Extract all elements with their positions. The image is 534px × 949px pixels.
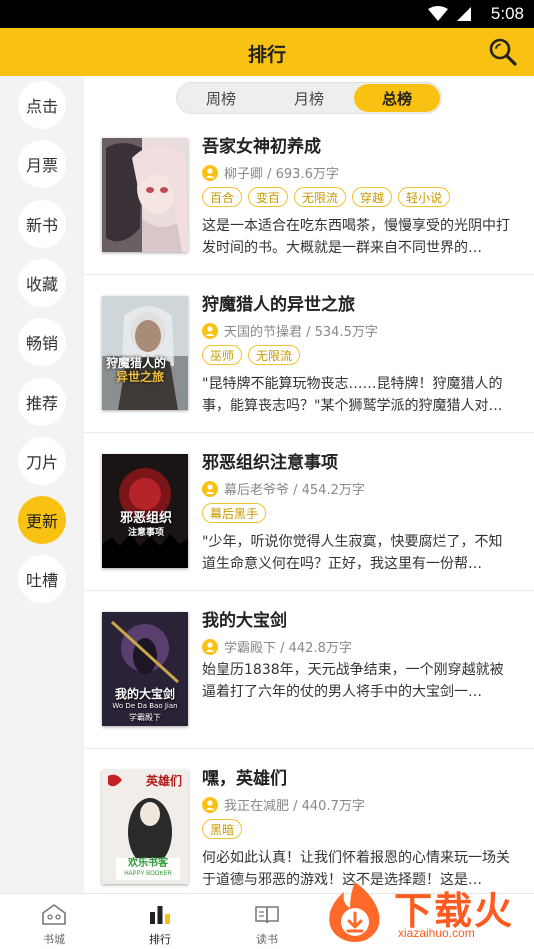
- book-cover-image[interactable]: 狩魔猎人的 异世之旅: [102, 296, 188, 410]
- watermark-logo: 下载火 xiazaihuo.com: [318, 874, 534, 949]
- book-author-info: 天国的节操君 / 534.5万字: [202, 321, 378, 340]
- book-list-item[interactable]: 邪恶组织 注意事项 邪恶组织注意事项 幕后老爷爷 / 454.2万字 幕后黑手 …: [84, 434, 534, 591]
- status-icons: [428, 6, 472, 22]
- nav-ranking[interactable]: 排行: [108, 894, 212, 949]
- book-tag[interactable]: 轻小说: [398, 187, 451, 207]
- sidebar-item-recommend[interactable]: 推荐: [18, 378, 66, 426]
- tab-overall[interactable]: 总榜: [354, 84, 440, 112]
- book-tag[interactable]: 百合: [202, 187, 243, 207]
- book-tag[interactable]: 无限流: [248, 345, 301, 365]
- sidebar-item-favorites[interactable]: 收藏: [18, 259, 66, 307]
- book-author-info: 我正在减肥 / 440.7万字: [202, 795, 365, 814]
- book-author-info: 柳子卿 / 693.6万字: [202, 163, 339, 182]
- author-icon: [202, 322, 218, 339]
- sidebar-item-click[interactable]: 点击: [18, 81, 66, 129]
- book-tags: 巫师 无限流: [202, 345, 301, 365]
- battery-icon: [457, 7, 471, 21]
- tab-weekly[interactable]: 周榜: [178, 84, 264, 112]
- cover-title-text: 邪恶组织 注意事项: [119, 511, 172, 539]
- status-time: 5:08: [490, 4, 524, 23]
- download-flame-icon: [329, 882, 380, 942]
- author-icon: [202, 796, 218, 813]
- book-list-item[interactable]: 我的大宝剑 Wo De Da Bao Jian 学霸殿下 我的大宝剑 学霸殿下 …: [84, 592, 534, 749]
- author-name-wordcount: 柳子卿 / 693.6万字: [224, 167, 339, 182]
- book-tags: 幕后黑手: [202, 503, 267, 523]
- sidebar-item-monthly-ticket[interactable]: 月票: [18, 140, 66, 188]
- author-name-wordcount: 学霸殿下 / 442.8万字: [224, 641, 352, 656]
- bar-chart-icon: [150, 906, 170, 924]
- app-bar: 排行: [0, 28, 534, 76]
- status-bar: 5:08: [0, 0, 534, 28]
- book-description: 这是一本适合在吃东西喝茶，慢慢享受的光阴中打发时间的书。大概就是一群来自不同世界…: [202, 218, 510, 256]
- house-icon: [42, 904, 66, 925]
- sidebar-item-bestseller[interactable]: 畅销: [18, 318, 66, 366]
- cover-publisher-text: 欢乐书客 HAPPY BOOKER: [124, 858, 172, 877]
- search-icon[interactable]: [488, 37, 518, 67]
- book-author-info: 幕后老爷爷 / 454.2万字: [202, 479, 365, 498]
- ranking-content: 周榜 月榜 总榜 吾家女神初养成 柳子卿 / 693.6万字 百合 变百 无限流…: [84, 76, 534, 907]
- book-cover-image[interactable]: 邪恶组织 注意事项: [102, 454, 188, 568]
- book-tag[interactable]: 变百: [248, 187, 289, 207]
- book-description: "昆特牌不能算玩物丧志……昆特牌！狩魔猎人的事，能算丧志吗？"某个狮鹫学派的狩魔…: [202, 376, 503, 414]
- sidebar-item-update[interactable]: 更新: [18, 496, 66, 544]
- book-description: 始皇历1838年，天元战争结束，一个刚穿越就被逼着打了六年的仗的男人将手中的大宝…: [202, 662, 504, 700]
- sidebar-item-comments[interactable]: 吐槽: [18, 555, 66, 603]
- period-segmented-control: 周榜 月榜 总榜: [176, 82, 442, 114]
- open-book-icon: [255, 906, 279, 924]
- author-name-wordcount: 幕后老爷爷 / 454.2万字: [224, 483, 365, 498]
- author-icon: [202, 480, 218, 497]
- book-tag[interactable]: 黑暗: [202, 819, 243, 839]
- book-cover-image[interactable]: [102, 138, 188, 252]
- book-title[interactable]: 吾家女神初养成: [202, 132, 321, 157]
- nav-label: 排行: [149, 933, 171, 946]
- author-name-wordcount: 我正在减肥 / 440.7万字: [224, 799, 365, 814]
- book-tags: 百合 变百 无限流 穿越 轻小说: [202, 187, 451, 207]
- book-cover-image[interactable]: 我的大宝剑 Wo De Da Bao Jian 学霸殿下: [102, 612, 188, 726]
- book-title[interactable]: 嘿，英雄们: [202, 764, 287, 789]
- nav-label: 读书: [256, 933, 278, 946]
- book-list-item[interactable]: 吾家女神初养成 柳子卿 / 693.6万字 百合 变百 无限流 穿越 轻小说 这…: [84, 118, 534, 275]
- author-icon: [202, 164, 218, 181]
- book-tag[interactable]: 幕后黑手: [202, 503, 267, 523]
- watermark-url: xiazaihuo.com: [398, 926, 475, 940]
- book-tags: 黑暗: [202, 819, 243, 839]
- sidebar-item-new-books[interactable]: 新书: [18, 200, 66, 248]
- book-cover-image[interactable]: 英雄们 欢乐书客 HAPPY BOOKER: [102, 770, 188, 884]
- book-author-info: 学霸殿下 / 442.8万字: [202, 637, 352, 656]
- nav-label: 书城: [43, 933, 65, 946]
- sidebar-item-blade[interactable]: 刀片: [18, 437, 66, 485]
- page-title: 排行: [247, 44, 286, 66]
- author-icon: [202, 638, 218, 655]
- category-sidebar: 点击 月票 新书 收藏 畅销 推荐 刀片 更新 吐槽: [0, 76, 84, 893]
- book-tag[interactable]: 无限流: [294, 187, 347, 207]
- cover-title-text: 我的大宝剑 Wo De Da Bao Jian 学霸殿下: [112, 687, 178, 722]
- cover-title-text: 狩魔猎人的 异世之旅: [106, 356, 167, 384]
- cover-title-text: 英雄们: [145, 774, 182, 788]
- book-tag[interactable]: 巫师: [202, 345, 243, 365]
- wifi-icon: [428, 6, 448, 21]
- book-tag[interactable]: 穿越: [352, 187, 393, 207]
- book-list-item[interactable]: 狩魔猎人的 异世之旅 狩魔猎人的异世之旅 天国的节操君 / 534.5万字 巫师…: [84, 276, 534, 433]
- book-description: "少年，听说你觉得人生寂寞，快要腐烂了，不知道生命意义何在吗？正好，我这里有一份…: [202, 534, 503, 572]
- author-name-wordcount: 天国的节操君 / 534.5万字: [224, 325, 378, 340]
- book-title[interactable]: 邪恶组织注意事项: [202, 448, 338, 473]
- nav-reading[interactable]: 读书: [215, 894, 319, 949]
- nav-bookstore[interactable]: 书城: [2, 894, 106, 949]
- tab-monthly[interactable]: 月榜: [266, 84, 352, 112]
- book-title[interactable]: 狩魔猎人的异世之旅: [202, 290, 355, 315]
- book-title[interactable]: 我的大宝剑: [202, 606, 287, 631]
